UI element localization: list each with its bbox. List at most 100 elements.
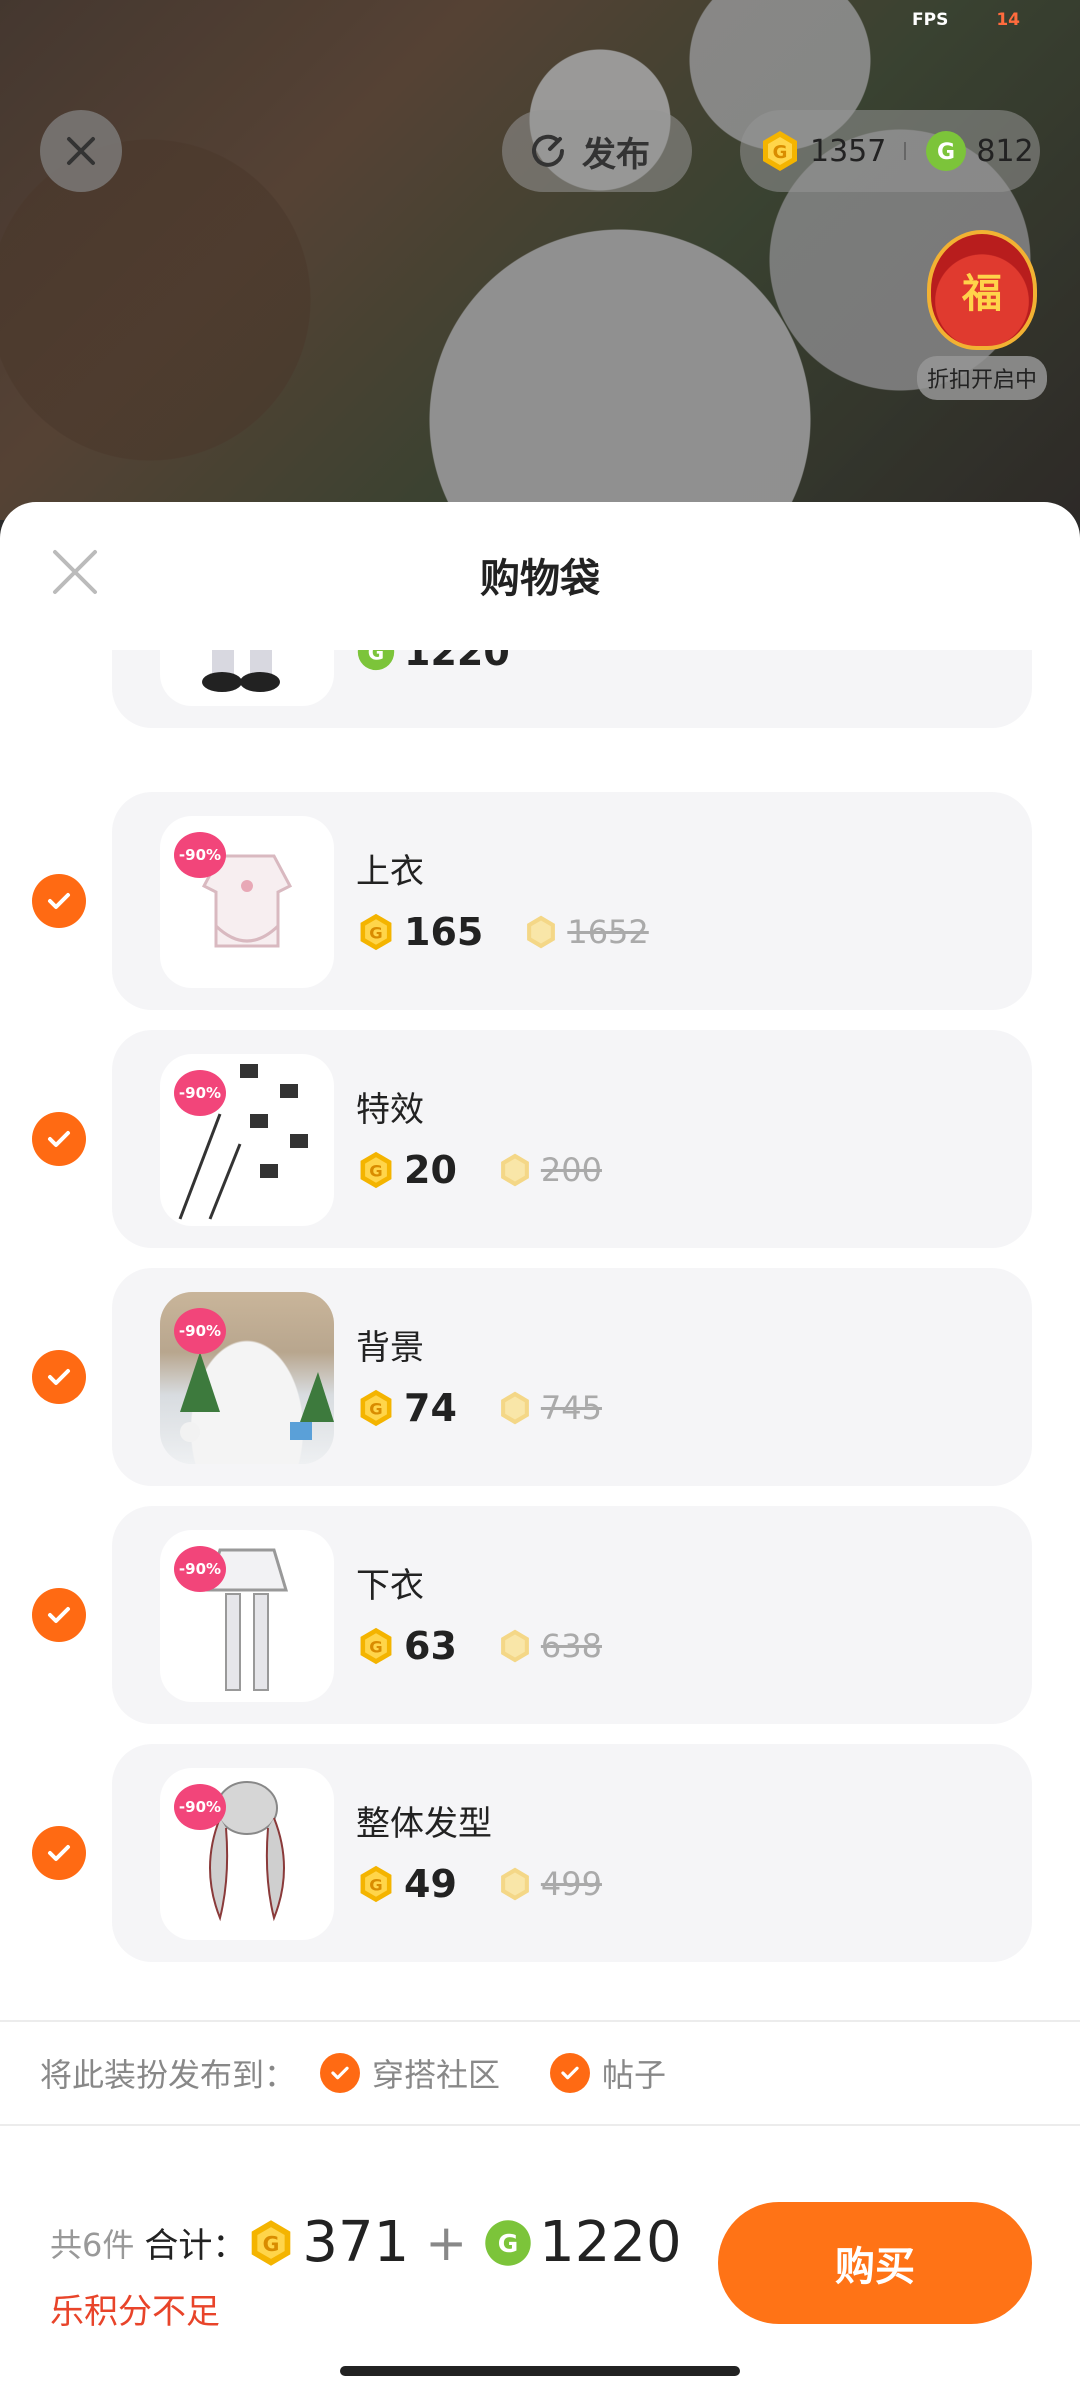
gold-coin-icon: G — [360, 913, 392, 951]
item-original-price: 745 — [540, 1389, 602, 1427]
cart-item[interactable]: -90% 上衣 G 165 1652 — [0, 792, 1080, 1010]
publish-option-label: 穿搭社区 — [372, 2056, 501, 2094]
gold-coin-icon — [500, 1391, 529, 1425]
svg-text:G: G — [937, 140, 955, 165]
item-original-price: 200 — [540, 1151, 602, 1189]
item-checkbox[interactable] — [32, 1112, 86, 1166]
scene-close-button[interactable] — [40, 110, 122, 192]
home-indicator[interactable] — [340, 2366, 740, 2376]
buy-button[interactable]: 购买 — [718, 2202, 1032, 2324]
sale-tag: -90% — [174, 1070, 226, 1116]
item-price: 63 — [404, 1624, 457, 1668]
item-original-price: 1652 — [567, 913, 649, 951]
plus-sign: + — [425, 2213, 468, 2272]
checkmark-icon — [48, 1369, 70, 1385]
discount-label: 折扣开启中 — [916, 356, 1047, 400]
item-card[interactable]: -90% 上衣 G 165 1652 — [112, 792, 1032, 1010]
svg-text:G: G — [773, 142, 788, 163]
cart-item[interactable]: -90% 整体发型 G 49 499 — [0, 1744, 1080, 1962]
item-original-price: 499 — [540, 1865, 602, 1903]
item-thumbnail — [160, 650, 334, 706]
item-thumbnail: -90% — [160, 1530, 334, 1702]
item-checkbox[interactable] — [32, 1350, 86, 1404]
gold-coin-balance: 1357 — [810, 133, 887, 169]
price-line: G 74 745 — [356, 1386, 602, 1430]
fps-value: 14 — [996, 10, 1020, 30]
price-line: G 20 200 — [356, 1148, 602, 1192]
checkmark-icon — [48, 1131, 70, 1147]
sheet-header: 购物袋 — [0, 502, 1080, 652]
item-name: 整体发型 — [356, 1804, 492, 1844]
checkout-footer: 共6件 合计： G 371 + G 1220 乐积分不足 购买 — [0, 2182, 1080, 2342]
checkmark-icon — [48, 1607, 70, 1623]
checkmark-icon — [48, 1845, 70, 1861]
publish-button[interactable]: 发布 — [502, 110, 692, 192]
green-total: 1220 — [539, 2210, 682, 2275]
sale-tag: -90% — [174, 1546, 226, 1592]
green-coin-balance: 812 — [976, 133, 1034, 169]
item-checkbox[interactable] — [32, 1826, 86, 1880]
green-coin-icon: G — [357, 650, 395, 671]
cart-item[interactable]: -90% 下衣 G 63 638 — [0, 1506, 1080, 1724]
gold-coin-icon: G — [763, 131, 797, 171]
item-card[interactable]: -90% 特效 G 20 200 — [112, 1030, 1032, 1248]
sale-tag: -90% — [174, 1784, 226, 1830]
publish-label: 将此装扮发布到： — [40, 2056, 297, 2094]
item-card[interactable]: G 1220 — [112, 650, 1032, 728]
cart-item[interactable]: G 1220 — [0, 650, 1080, 728]
sheet-title: 购物袋 — [480, 556, 600, 602]
fortune-bag-icon: 福 — [927, 230, 1037, 350]
item-name: 特效 — [356, 1090, 424, 1130]
cart-item[interactable]: -90% 特效 G 20 200 — [0, 1030, 1080, 1248]
shopping-bag-sheet: 购物袋 G 1220 -90% 上衣 G 165 1652 -90% 特效 G … — [0, 502, 1080, 2400]
publish-option-post[interactable]: 帖子 — [550, 2050, 666, 2096]
item-price: 49 — [404, 1862, 457, 1906]
item-thumbnail: -90% — [160, 1768, 334, 1940]
item-thumbnail: -90% — [160, 1054, 334, 1226]
item-original-price: 638 — [540, 1627, 602, 1665]
item-checkbox[interactable] — [32, 874, 86, 928]
sale-tag: -90% — [174, 832, 226, 878]
gold-coin-icon — [500, 1867, 529, 1901]
item-thumbnail: -90% — [160, 1292, 334, 1464]
item-price: 1220 — [404, 650, 510, 674]
gold-coin-icon: G — [360, 1389, 392, 1427]
item-count: 共6件 — [50, 2225, 135, 2264]
price-line: G 165 1652 — [356, 910, 649, 954]
item-price: 20 — [404, 1148, 457, 1192]
item-thumbnail: -90% — [160, 816, 334, 988]
svg-text:G: G — [498, 2229, 519, 2258]
svg-text:G: G — [369, 923, 382, 942]
total-label: 合计： — [144, 2226, 247, 2266]
fortune-char: 福 — [962, 271, 1002, 317]
item-price: 74 — [404, 1386, 457, 1430]
svg-text:G: G — [263, 2231, 280, 2255]
green-coin-icon: G — [485, 2219, 531, 2266]
cart-item[interactable]: -90% 背景 G 74 745 — [0, 1268, 1080, 1486]
item-card[interactable]: -90% 背景 G 74 745 — [112, 1268, 1032, 1486]
balance-divider — [904, 142, 907, 160]
fps-label: FPS — [912, 10, 949, 30]
publish-option-community[interactable]: 穿搭社区 — [320, 2050, 500, 2096]
item-card[interactable]: -90% 下衣 G 63 638 — [112, 1506, 1032, 1724]
svg-text:G: G — [369, 1875, 382, 1894]
currency-balance-pill[interactable]: G 1357 G 812 — [740, 110, 1040, 192]
publish-label: 发布 — [582, 134, 650, 175]
discount-badge[interactable]: 福 折扣开启中 — [902, 230, 1062, 400]
item-price: 165 — [404, 910, 484, 954]
cart-item-list[interactable]: G 1220 -90% 上衣 G 165 1652 -90% 特效 G 20 2… — [0, 650, 1080, 1970]
publish-option-label: 帖子 — [602, 2056, 667, 2094]
svg-text:G: G — [369, 1637, 382, 1656]
svg-text:G: G — [369, 1399, 382, 1418]
checkmark-icon — [550, 2053, 591, 2093]
item-checkbox[interactable] — [32, 1588, 86, 1642]
price-line: G 63 638 — [356, 1624, 602, 1668]
shoes-art — [202, 650, 280, 692]
publish-destination-row: 将此装扮发布到： 穿搭社区 帖子 — [0, 2020, 1080, 2126]
close-icon — [67, 137, 95, 165]
item-name: 背景 — [356, 1328, 424, 1368]
price-line: G 49 499 — [356, 1862, 602, 1906]
gold-coin-icon: G — [360, 1151, 392, 1189]
gold-coin-icon — [500, 1153, 529, 1187]
item-card[interactable]: -90% 整体发型 G 49 499 — [112, 1744, 1032, 1962]
